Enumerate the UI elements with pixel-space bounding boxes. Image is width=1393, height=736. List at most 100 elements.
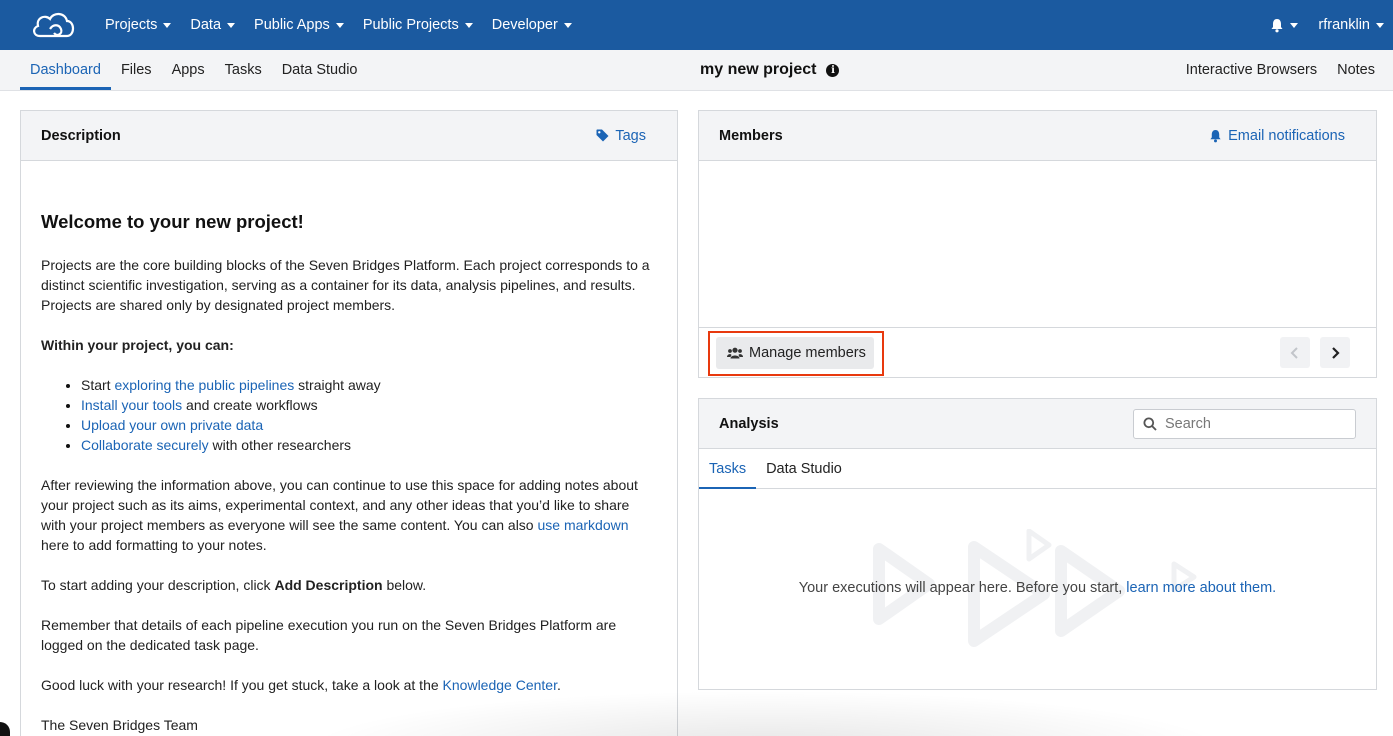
project-tabs: Dashboard Files Apps Tasks Data Studio	[20, 50, 367, 90]
menu-label: Public Projects	[362, 17, 459, 33]
description-panel: Description Tags Welcome to your new pro…	[20, 110, 678, 736]
list-item: Upload your own private data	[81, 415, 657, 435]
next-page-button[interactable]	[1320, 337, 1350, 368]
tags-button[interactable]: Tags	[596, 128, 646, 144]
list-item-post: straight away	[294, 377, 381, 393]
description-header: Description Tags	[21, 111, 677, 161]
members-panel: Members Email notifications Manage membe…	[698, 110, 1377, 378]
menu-data[interactable]: Data	[190, 17, 236, 33]
start-paragraph: To start adding your description, click …	[41, 575, 657, 595]
list-item: Start exploring the public pipelines str…	[81, 375, 657, 395]
start-pre: To start adding your description, click	[41, 577, 275, 593]
email-notifications-label: Email notifications	[1228, 127, 1345, 144]
within-heading: Within your project, you can:	[41, 335, 657, 355]
explore-pipelines-link[interactable]: exploring the public pipelines	[114, 377, 294, 393]
description-body: Welcome to your new project! Projects ar…	[21, 211, 677, 735]
tab-analysis-tasks[interactable]: Tasks	[699, 449, 757, 489]
signoff: The Seven Bridges Team	[41, 717, 198, 733]
search-icon	[1143, 417, 1157, 431]
analysis-panel: Analysis Tasks Data Studio Your executio…	[698, 398, 1377, 690]
members-pager	[1270, 337, 1350, 368]
manage-members-label: Manage members	[749, 345, 866, 361]
list-item-pre: Start	[81, 377, 115, 393]
after-paragraph: After reviewing the information above, y…	[41, 475, 657, 555]
menu-public-projects[interactable]: Public Projects	[363, 17, 473, 33]
empty-text: Your executions will appear here. Before…	[798, 580, 1127, 596]
caret-down-icon	[1290, 22, 1299, 28]
analysis-title: Analysis	[719, 415, 779, 432]
analysis-tabs: Tasks Data Studio	[699, 449, 1376, 489]
remember-paragraph: Remember that details of each pipeline e…	[41, 617, 617, 653]
analysis-header: Analysis	[699, 399, 1376, 449]
bell-icon	[1210, 129, 1221, 142]
after-post: here to add formatting to your notes.	[41, 537, 267, 553]
description-title: Description	[41, 127, 121, 144]
caret-down-icon	[163, 22, 172, 28]
tab-apps[interactable]: Apps	[162, 50, 215, 90]
caret-down-icon	[335, 22, 344, 28]
menu-label: Public Apps	[254, 17, 330, 33]
chevron-left-icon	[1290, 346, 1298, 359]
users-icon	[727, 347, 743, 359]
tab-analysis-data-studio[interactable]: Data Studio	[756, 449, 852, 489]
members-header: Members Email notifications	[699, 111, 1376, 161]
start-post: below.	[382, 577, 427, 593]
list-item: Collaborate securely with other research…	[81, 435, 657, 455]
tag-icon	[596, 129, 609, 142]
tab-dashboard[interactable]: Dashboard	[20, 50, 111, 90]
tab-tasks[interactable]: Tasks	[215, 50, 272, 90]
tab-files[interactable]: Files	[111, 50, 162, 90]
list-item-post: with other researchers	[208, 437, 352, 453]
menu-developer[interactable]: Developer	[492, 17, 572, 33]
manage-members-button[interactable]: Manage members	[716, 337, 874, 369]
caret-down-icon	[464, 22, 473, 28]
project-title-text: my new project	[700, 61, 817, 78]
top-navbar: Projects Data Public Apps Public Project…	[0, 0, 1393, 50]
add-description-text: Add Description	[274, 577, 383, 593]
caret-down-icon	[227, 22, 236, 28]
menu-public-apps[interactable]: Public Apps	[254, 17, 344, 33]
username: rfranklin	[1318, 17, 1370, 33]
user-menu[interactable]: rfranklin	[1318, 17, 1384, 33]
members-list	[699, 161, 1376, 327]
intro-paragraph: Projects are the core building blocks of…	[41, 257, 650, 313]
luck-post: .	[556, 677, 561, 693]
caret-down-icon	[1376, 22, 1384, 28]
bell-icon	[1271, 18, 1283, 32]
subnav-right-links: Interactive Browsers Notes	[1166, 50, 1375, 90]
notes-link[interactable]: Notes	[1337, 62, 1375, 78]
prev-page-button[interactable]	[1280, 337, 1310, 368]
analysis-empty-state: Your executions will appear here. Before…	[699, 489, 1376, 689]
top-right: rfranklin	[1270, 0, 1384, 50]
caret-down-icon	[563, 22, 572, 28]
members-title: Members	[719, 127, 783, 144]
install-tools-link[interactable]: Install your tools	[81, 397, 182, 413]
learn-more-link[interactable]: learn more about them.	[1126, 580, 1276, 596]
search-input[interactable]	[1165, 415, 1335, 432]
members-footer: Manage members	[699, 327, 1376, 377]
within-heading-text: Within your project, you can:	[41, 337, 234, 353]
top-menu: Projects Data Public Apps Public Project…	[105, 0, 591, 50]
menu-label: Data	[190, 17, 222, 33]
email-notifications-button[interactable]: Email notifications	[1209, 128, 1345, 144]
use-markdown-link[interactable]: use markdown	[537, 517, 628, 533]
collaborate-link[interactable]: Collaborate securely	[81, 437, 209, 453]
window-corner	[0, 722, 10, 736]
luck-paragraph: Good luck with your research! If you get…	[41, 675, 657, 695]
project-title: my new project i	[700, 50, 840, 90]
interactive-browsers-link[interactable]: Interactive Browsers	[1186, 62, 1317, 78]
tab-data-studio[interactable]: Data Studio	[272, 50, 368, 90]
upload-data-link[interactable]: Upload your own private data	[81, 417, 263, 433]
luck-pre: Good luck with your research! If you get…	[41, 677, 443, 693]
tags-label: Tags	[615, 127, 646, 144]
info-icon[interactable]: i	[826, 63, 840, 77]
analysis-search	[1133, 408, 1356, 439]
menu-projects[interactable]: Projects	[105, 17, 172, 33]
list-item: Install your tools and create workflows	[81, 395, 657, 415]
knowledge-center-link[interactable]: Knowledge Center	[443, 677, 557, 693]
project-subnav: Dashboard Files Apps Tasks Data Studio m…	[0, 50, 1393, 91]
notifications-button[interactable]	[1270, 18, 1299, 33]
list-item-post: and create workflows	[182, 397, 318, 413]
cloud-logo-icon[interactable]	[30, 8, 76, 42]
menu-label: Projects	[105, 17, 158, 33]
